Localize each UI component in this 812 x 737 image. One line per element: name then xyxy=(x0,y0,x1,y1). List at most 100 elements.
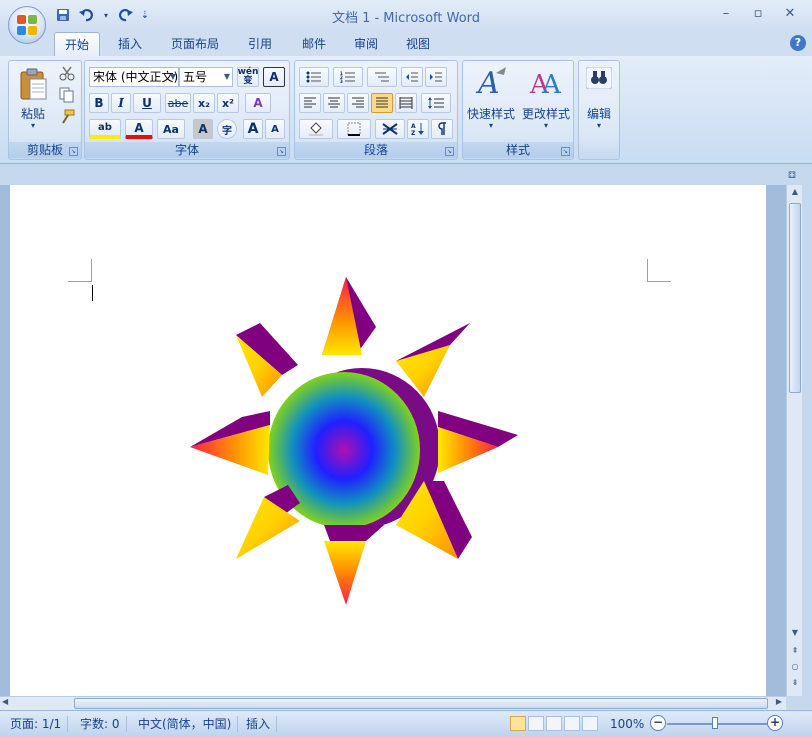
previous-page-icon[interactable]: ⇞ xyxy=(787,644,803,658)
zoom-level[interactable]: 100% xyxy=(604,716,650,732)
select-browse-object-icon[interactable]: ○ xyxy=(787,660,803,674)
copy-icon[interactable] xyxy=(59,87,75,103)
vertical-scrollbar[interactable]: ▲ ▼ ⇞ ○ ⇟ xyxy=(786,185,802,696)
zoom-slider-thumb[interactable] xyxy=(712,717,718,729)
draft-view-icon[interactable] xyxy=(582,716,598,731)
outline-view-icon[interactable] xyxy=(564,716,580,731)
format-painter-icon[interactable] xyxy=(59,109,75,125)
font-color-button[interactable]: A xyxy=(125,119,153,139)
clear-formatting-button[interactable]: A xyxy=(245,93,271,113)
bullets-icon[interactable] xyxy=(299,67,329,87)
chevron-down-icon: ▾ xyxy=(488,121,493,130)
highlight-button[interactable]: ab xyxy=(89,119,121,139)
restore-button[interactable]: ▫ xyxy=(742,4,774,24)
align-center-icon[interactable] xyxy=(323,93,345,113)
clipboard-launcher-icon[interactable]: ↘ xyxy=(69,147,78,156)
font-name-combo[interactable]: 宋体 (中文正文) ▼ xyxy=(89,67,179,87)
tab-review[interactable]: 审阅 xyxy=(344,32,388,56)
paste-dropdown-icon[interactable]: ▾ xyxy=(13,121,53,130)
office-logo-icon xyxy=(17,15,37,35)
borders-icon[interactable] xyxy=(337,119,371,139)
tab-page-layout[interactable]: 页面布局 xyxy=(162,32,228,56)
minimize-button[interactable]: – xyxy=(710,4,742,24)
quick-styles-icon: A xyxy=(475,66,506,99)
strikethrough-button[interactable]: abe xyxy=(165,93,191,113)
view-ruler-icon[interactable]: ⚃ xyxy=(788,171,800,183)
scroll-up-icon[interactable]: ▲ xyxy=(787,185,803,199)
full-screen-reading-view-icon[interactable] xyxy=(528,716,544,731)
line-spacing-icon[interactable] xyxy=(421,93,451,113)
italic-button[interactable]: I xyxy=(111,93,131,113)
tab-references[interactable]: 引用 xyxy=(238,32,282,56)
font-size-combo[interactable]: 五号 ▼ xyxy=(179,67,233,87)
next-page-icon[interactable]: ⇟ xyxy=(787,676,803,690)
sort-icon[interactable]: AZ xyxy=(407,119,429,139)
quick-styles-label: 快速样式 xyxy=(466,107,515,121)
horizontal-scroll-thumb[interactable] xyxy=(74,698,768,709)
document-area xyxy=(0,185,786,696)
align-left-icon[interactable] xyxy=(299,93,321,113)
tab-home[interactable]: 开始 xyxy=(54,32,100,56)
sun-shape[interactable] xyxy=(10,185,766,696)
zoom-in-button[interactable]: + xyxy=(767,715,783,731)
bold-button[interactable]: B xyxy=(89,93,109,113)
chinese-layout-icon[interactable] xyxy=(375,119,405,139)
scroll-right-icon[interactable]: ▶ xyxy=(776,697,782,706)
underline-button[interactable]: U xyxy=(133,93,161,113)
character-shading-button[interactable]: A xyxy=(193,119,213,139)
superscript-button[interactable]: x² xyxy=(217,93,239,113)
paragraph-group-label: 段落 xyxy=(295,142,457,158)
help-icon[interactable]: ? xyxy=(790,35,806,51)
change-case-button[interactable]: Aa xyxy=(157,119,185,139)
paste-button[interactable]: 粘贴 ▾ xyxy=(13,65,53,133)
show-marks-icon[interactable] xyxy=(431,119,453,139)
chevron-down-icon: ▾ xyxy=(596,121,601,130)
font-group-label: 字体 xyxy=(85,142,289,158)
zoom-out-button[interactable]: − xyxy=(650,715,666,731)
grow-font-button[interactable]: A xyxy=(243,119,263,139)
sun-ray-bottom xyxy=(324,541,366,605)
page-count[interactable]: 页面: 1/1 xyxy=(4,716,69,732)
tab-mailings[interactable]: 邮件 xyxy=(292,32,336,56)
document-page[interactable] xyxy=(10,185,766,696)
close-button[interactable]: ✕ xyxy=(774,4,806,24)
change-styles-icon: A A xyxy=(529,70,562,99)
editing-button[interactable]: 编辑 ▾ xyxy=(581,63,617,137)
justify-icon[interactable] xyxy=(371,93,393,113)
svg-text:A: A xyxy=(475,66,500,99)
shading-icon[interactable] xyxy=(299,119,333,139)
right-strip xyxy=(802,165,812,696)
paragraph-launcher-icon[interactable]: ↘ xyxy=(445,147,454,156)
subscript-button[interactable]: x₂ xyxy=(193,93,215,113)
scroll-left-icon[interactable]: ◀ xyxy=(2,697,8,706)
styles-launcher-icon[interactable]: ↘ xyxy=(561,147,570,156)
decrease-indent-icon[interactable] xyxy=(401,67,423,87)
increase-indent-icon[interactable] xyxy=(425,67,447,87)
font-size-value: 五号 xyxy=(183,70,208,84)
tab-insert[interactable]: 插入 xyxy=(108,32,152,56)
horizontal-scrollbar[interactable]: ◀ ▶ xyxy=(0,696,786,710)
multilevel-list-icon[interactable] xyxy=(367,67,397,87)
font-launcher-icon[interactable]: ↘ xyxy=(277,147,286,156)
styles-group: A 快速样式 ▾ A A 更改样式 ▾ 样式 ↘ xyxy=(462,60,574,160)
change-styles-button[interactable]: A A 更改样式 ▾ xyxy=(519,63,573,137)
phonetic-guide-button[interactable]: wén 变 xyxy=(237,67,259,87)
chevron-down-icon: ▼ xyxy=(169,72,176,81)
quick-styles-button[interactable]: A 快速样式 ▾ xyxy=(465,63,517,137)
align-right-icon[interactable] xyxy=(347,93,369,113)
print-layout-view-icon[interactable] xyxy=(510,716,526,731)
vertical-scroll-thumb[interactable] xyxy=(789,203,801,393)
shrink-font-button[interactable]: A xyxy=(265,119,285,139)
language-indicator[interactable]: 中文(简体，中国) xyxy=(132,716,239,732)
character-border-button[interactable]: A xyxy=(263,67,285,87)
tab-view[interactable]: 视图 xyxy=(396,32,440,56)
scroll-down-icon[interactable]: ▼ xyxy=(787,626,803,640)
numbering-icon[interactable]: 123 xyxy=(333,67,363,87)
distributed-icon[interactable] xyxy=(395,93,417,113)
office-button[interactable] xyxy=(8,6,46,44)
word-count[interactable]: 字数: 0 xyxy=(74,716,127,732)
cut-icon[interactable] xyxy=(59,65,75,81)
insert-mode-indicator[interactable]: 插入 xyxy=(240,716,278,732)
enclose-characters-button[interactable]: 字 xyxy=(217,119,237,139)
web-layout-view-icon[interactable] xyxy=(546,716,562,731)
